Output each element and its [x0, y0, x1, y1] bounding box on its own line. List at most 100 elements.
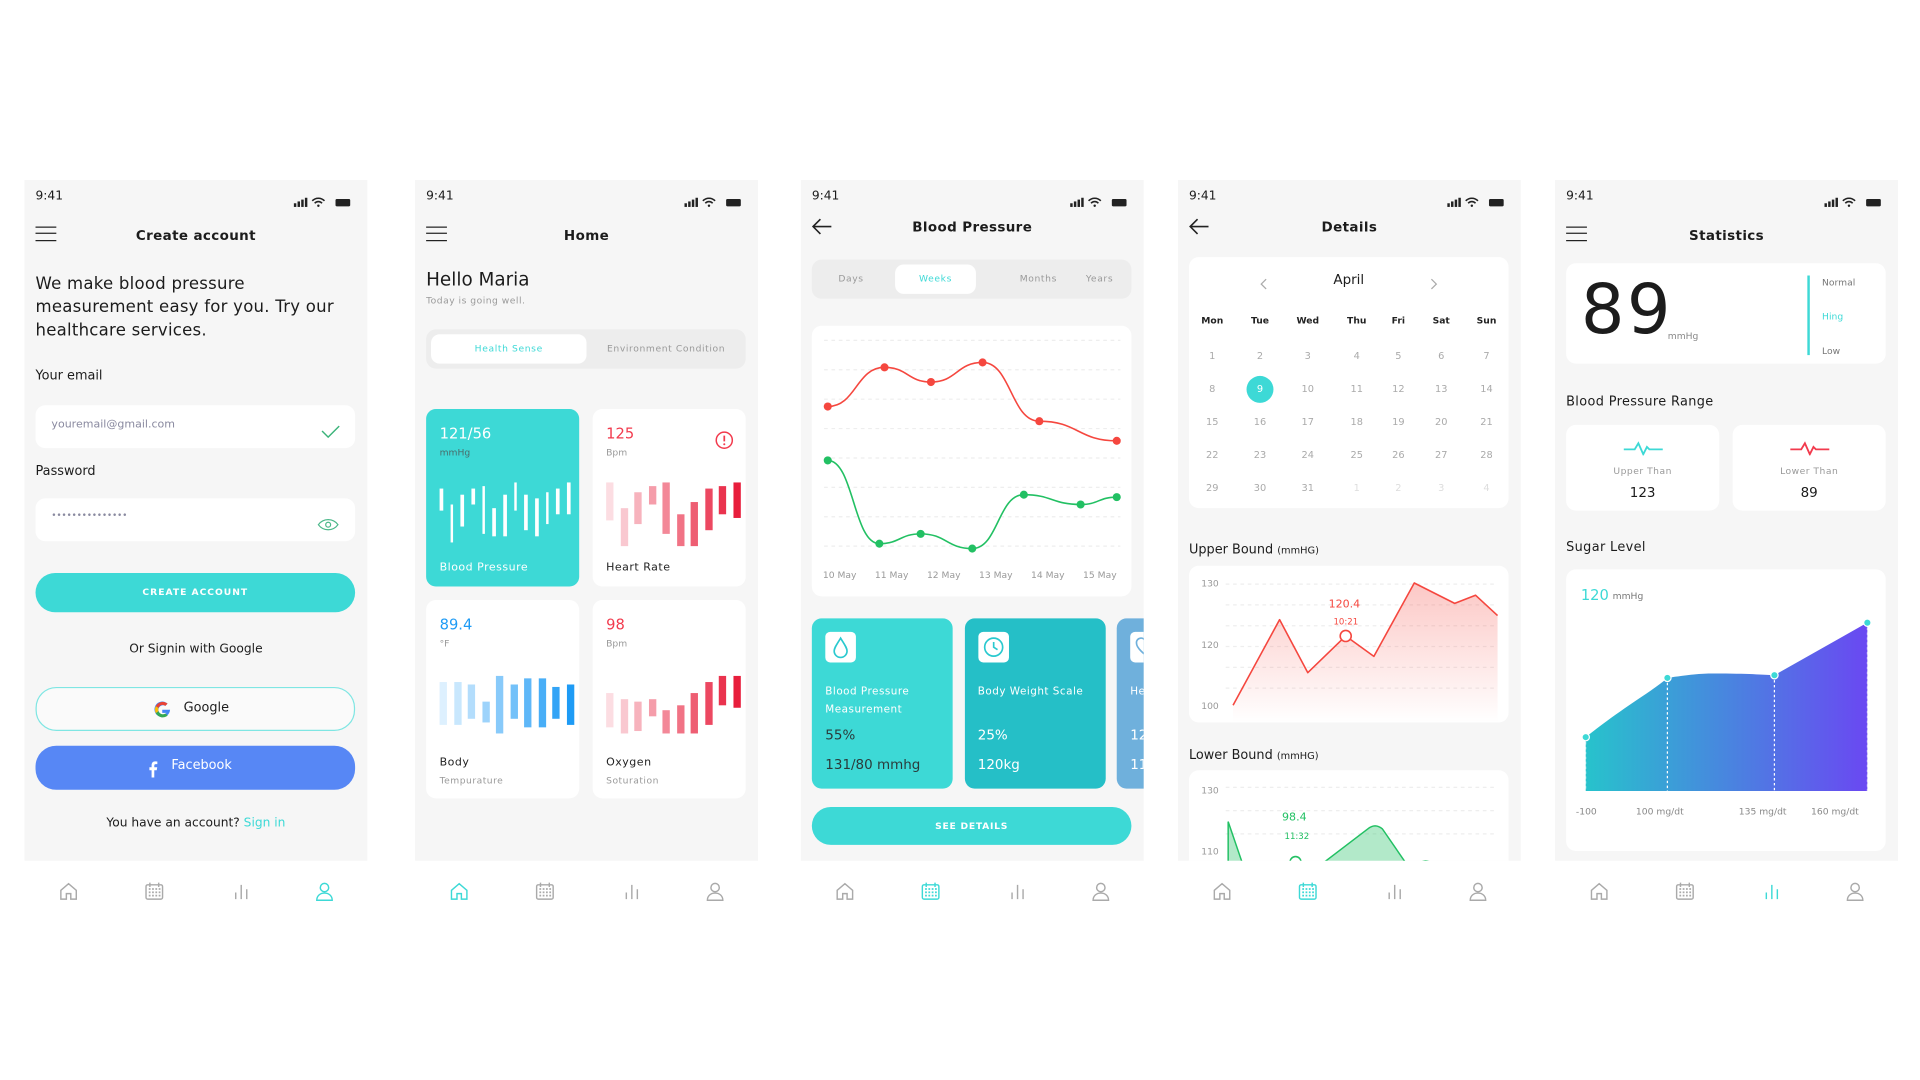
data-point[interactable] [1581, 732, 1591, 742]
calendar-day[interactable]: 3 [1423, 482, 1460, 493]
nav-home-icon[interactable] [1588, 880, 1610, 902]
calendar-day[interactable]: 23 [1242, 449, 1279, 460]
card-title: He Me [1130, 685, 1143, 698]
calendar-day[interactable]: 18 [1338, 416, 1375, 427]
nav-user-icon[interactable] [1467, 880, 1489, 902]
data-point[interactable] [926, 378, 936, 387]
nav-home-icon[interactable] [834, 880, 856, 902]
tab-environment-condition[interactable]: Environment Condition [587, 329, 746, 368]
data-point[interactable] [1035, 417, 1044, 426]
eye-icon[interactable] [317, 513, 339, 531]
nav-user-icon[interactable] [313, 880, 335, 902]
calendar-day[interactable]: 3 [1289, 350, 1326, 361]
data-point[interactable] [880, 363, 889, 372]
summary-card[interactable]: He Me 12 11 [1116, 618, 1144, 789]
selected-point[interactable] [1339, 629, 1353, 643]
calendar-day[interactable]: 31 [1289, 482, 1326, 493]
summary-card[interactable]: Blood Pressure Measurement 55% 131/80 mmhg [811, 618, 953, 789]
nav-calendar-icon[interactable] [1297, 880, 1319, 902]
summary-card[interactable]: Body Weight Scale 25% 120kg [964, 618, 1106, 789]
calendar-day[interactable]: 6 [1423, 350, 1460, 361]
calendar-day[interactable]: 22 [1194, 449, 1231, 460]
data-point[interactable] [1019, 490, 1028, 499]
calendar-day[interactable]: 10 [1289, 383, 1326, 394]
calendar-day[interactable]: 29 [1194, 482, 1231, 493]
calendar-day[interactable]: 17 [1289, 416, 1326, 427]
nav-bar-chart-icon[interactable] [1007, 880, 1029, 902]
nav-home-icon[interactable] [1211, 880, 1233, 902]
nav-user-icon[interactable] [1844, 880, 1866, 902]
calendar-day[interactable]: 26 [1380, 449, 1417, 460]
see-details-button[interactable]: SEE DETAILS [811, 806, 1132, 845]
nav-bar-chart-icon[interactable] [230, 880, 252, 902]
nav-user-icon[interactable] [704, 880, 726, 902]
data-point[interactable] [1663, 673, 1672, 683]
sign-in-link[interactable]: Sign in [244, 817, 286, 830]
calendar-day[interactable]: 30 [1242, 482, 1279, 493]
data-point[interactable] [1076, 500, 1085, 509]
calendar-day[interactable]: 1 [1338, 482, 1375, 493]
data-point[interactable] [968, 544, 977, 553]
calendar-day[interactable]: 4 [1338, 350, 1375, 361]
sugar-level-chart: 120 mmHg -100 100 mg/dt 135 mg/dt 160 mg/dt [1566, 569, 1886, 852]
metric-card-body[interactable]: 89.4 °F Body Tempurature [426, 600, 580, 799]
tab-years[interactable]: Years [1069, 260, 1130, 299]
nav-calendar-icon[interactable] [143, 880, 165, 902]
calendar-day[interactable]: 8 [1194, 383, 1231, 394]
email-field[interactable]: youremail@gmail.com [35, 405, 356, 449]
data-point[interactable] [1112, 493, 1121, 502]
calendar-day[interactable]: 28 [1468, 449, 1505, 460]
nav-home-icon[interactable] [448, 880, 470, 902]
calendar-day[interactable]: 14 [1468, 383, 1505, 394]
calendar-day[interactable]: 16 [1242, 416, 1279, 427]
sparkline-bar [439, 488, 443, 512]
nav-calendar-icon[interactable] [534, 880, 556, 902]
calendar-day[interactable]: 7 [1468, 350, 1505, 361]
create-account-button[interactable]: CREATE ACCOUNT [35, 573, 356, 613]
calendar-day[interactable]: 25 [1338, 449, 1375, 460]
facebook-button[interactable]: Facebook [35, 745, 356, 790]
nav-user-icon[interactable] [1090, 880, 1112, 902]
nav-calendar-icon[interactable] [1674, 880, 1696, 902]
nav-bar-chart-icon[interactable] [621, 880, 643, 902]
data-point[interactable] [916, 529, 925, 538]
nav-bar-chart-icon[interactable] [1761, 880, 1783, 902]
range-label: Lower Than [1780, 465, 1839, 477]
calendar-day[interactable]: 12 [1380, 383, 1417, 394]
tab-days[interactable]: Days [817, 260, 886, 299]
data-point[interactable] [875, 539, 884, 548]
nav-home-icon[interactable] [58, 880, 80, 902]
google-button[interactable]: Google [35, 686, 356, 732]
data-point[interactable] [823, 456, 832, 465]
calendar-day[interactable]: 19 [1380, 416, 1417, 427]
calendar-day[interactable]: 21 [1468, 416, 1505, 427]
data-point[interactable] [1770, 670, 1779, 680]
password-field[interactable]: ••••••••••••••• [35, 498, 356, 542]
calendar-day[interactable]: 27 [1423, 449, 1460, 460]
calendar-day[interactable]: 4 [1468, 482, 1505, 493]
data-point[interactable] [823, 402, 832, 411]
metric-card-oxygen[interactable]: 98 Bpm Oxygen Soturation [592, 600, 746, 799]
calendar-day[interactable]: 9 [1246, 375, 1274, 403]
weekday-label: Mon [1201, 314, 1224, 326]
data-point[interactable] [1863, 618, 1872, 627]
nav-bar-chart-icon[interactable] [1384, 880, 1406, 902]
calendar-day[interactable]: 20 [1423, 416, 1460, 427]
calendar-day[interactable]: 1 [1194, 350, 1231, 361]
lower-unit: (mmHG) [1276, 750, 1319, 762]
calendar-day[interactable]: 13 [1423, 383, 1460, 394]
alert-icon[interactable] [715, 431, 734, 449]
calendar-day[interactable]: 2 [1242, 350, 1279, 361]
calendar-day[interactable]: 2 [1380, 482, 1417, 493]
tab-weeks[interactable]: Weeks [895, 264, 976, 294]
nav-calendar-icon[interactable] [920, 880, 942, 902]
tab-health-sense[interactable]: Health Sense [431, 334, 587, 364]
calendar-day[interactable]: 11 [1338, 383, 1375, 394]
data-point[interactable] [978, 358, 987, 367]
calendar-day[interactable]: 15 [1194, 416, 1231, 427]
calendar-day[interactable]: 24 [1289, 449, 1326, 460]
metric-card-blood-pressure[interactable]: 121/56 mmHg Blood Pressure [426, 408, 580, 587]
metric-card-heart-rate[interactable]: 125 Bpm Heart Rate [592, 408, 746, 587]
data-point[interactable] [1112, 436, 1121, 445]
calendar-day[interactable]: 5 [1380, 350, 1417, 361]
